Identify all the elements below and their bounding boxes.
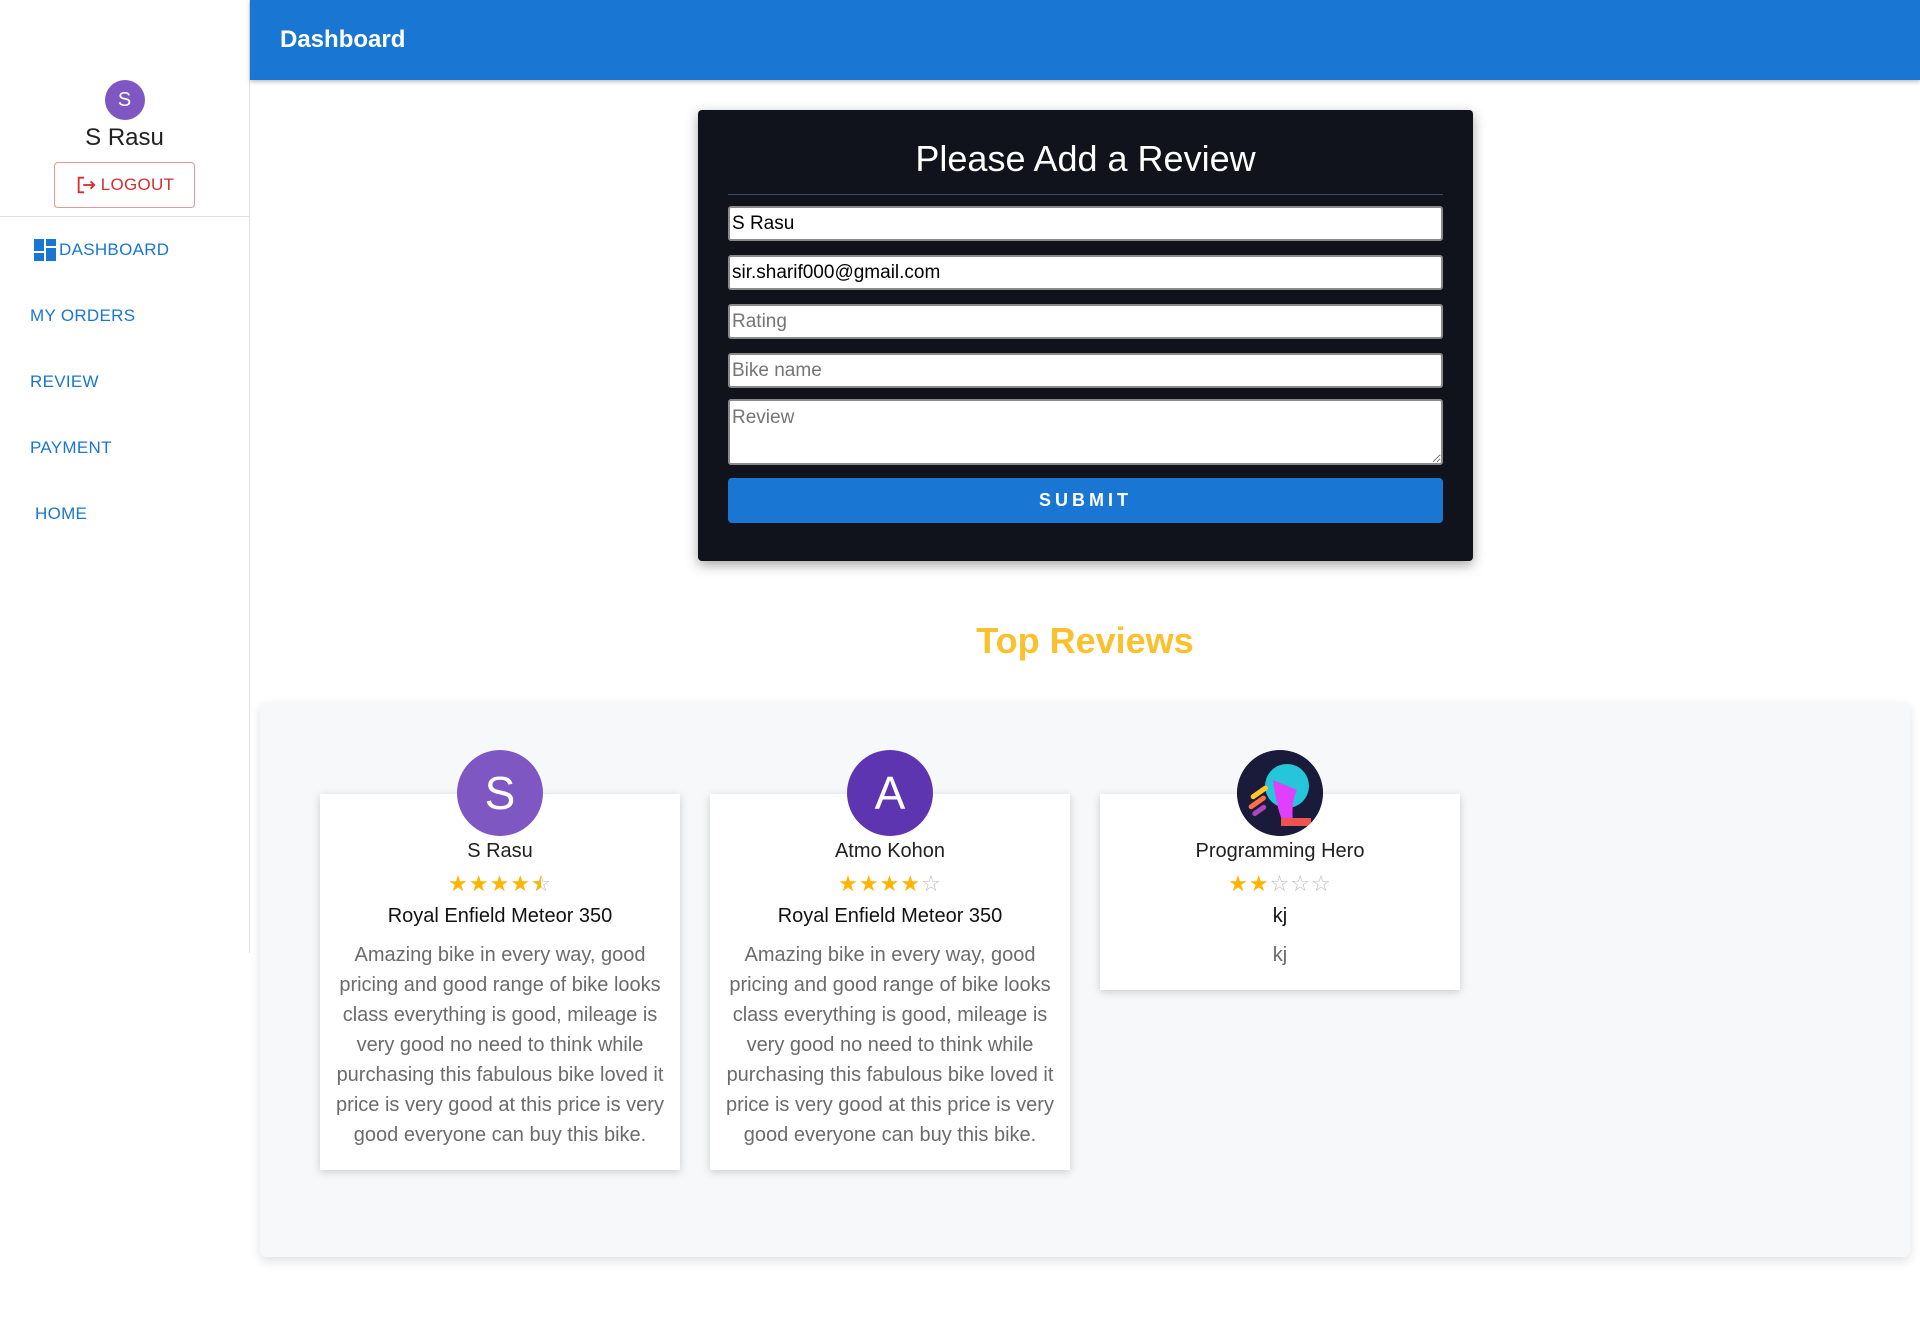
- reviews-heading: Top Reviews: [976, 620, 1194, 661]
- star-rating: ★★★★☆: [718, 873, 1062, 895]
- review-form: Please Add a Review SUBMIT: [698, 110, 1473, 561]
- sidebar-item-label: PAYMENT: [30, 438, 112, 457]
- star-full-icon: ★: [858, 871, 880, 896]
- reviewer-avatar: S: [457, 750, 543, 836]
- app-bar: Dashboard: [250, 0, 1920, 80]
- review-text: kj: [1272, 944, 1288, 966]
- star-empty-icon: ☆: [921, 871, 942, 896]
- review-text: Amazing bike in every way, good pricing …: [336, 944, 664, 1146]
- sidebar-item-dashboard[interactable]: DASHBOARD: [0, 217, 249, 283]
- star-full-icon: ★: [838, 871, 859, 896]
- star-full-icon: ★: [510, 871, 532, 896]
- star-full-icon: ★: [900, 871, 922, 896]
- reviewer-name: Programming Hero: [1195, 840, 1365, 862]
- email-field[interactable]: [728, 255, 1443, 290]
- star-full-icon: ★: [879, 871, 901, 896]
- star-full-icon: ★: [448, 871, 469, 896]
- sidebar-item-label: DASHBOARD: [59, 240, 170, 259]
- sidebar-item-label: HOME: [35, 504, 88, 523]
- sidebar-item-my-orders[interactable]: MY ORDERS: [0, 283, 249, 349]
- bike-name: Royal Enfield Meteor 350: [387, 905, 613, 927]
- review-card: S S Rasu ★★★★☆ Royal Enfield Meteor 350 …: [320, 750, 680, 1170]
- review-text: Amazing bike in every way, good pricing …: [726, 944, 1054, 1146]
- logout-label: LOGOUT: [100, 175, 175, 194]
- review-field[interactable]: [728, 399, 1443, 465]
- review-card: A Atmo Kohon ★★★★☆ Royal Enfield Meteor …: [710, 750, 1070, 1170]
- rating-field[interactable]: [728, 304, 1443, 339]
- bike-name: Royal Enfield Meteor 350: [777, 905, 1003, 927]
- dashboard-icon: [34, 239, 56, 261]
- sidebar-item-review[interactable]: REVIEW: [0, 349, 249, 415]
- logout-button[interactable]: LOGOUT: [53, 162, 196, 208]
- bike-name-field[interactable]: [728, 353, 1443, 388]
- star-empty-icon: ☆: [1269, 871, 1291, 896]
- page-title: Dashboard: [280, 26, 406, 53]
- user-name: S Rasu: [85, 124, 164, 151]
- reviewer-name: S Rasu: [467, 840, 533, 862]
- sidebar-item-payment[interactable]: PAYMENT: [0, 415, 249, 481]
- form-title: Please Add a Review: [915, 138, 1256, 179]
- star-half-icon: ☆: [531, 873, 552, 896]
- sidebar: S S Rasu LOGOUT DASHBOARD MY ORDERS REVI…: [0, 0, 250, 953]
- logout-icon: [77, 176, 96, 194]
- star-full-icon: ★: [468, 871, 490, 896]
- star-rating: ★★★★☆: [328, 871, 672, 896]
- logo-graphic: [1237, 750, 1323, 836]
- programming-hero-logo-icon: [1237, 750, 1323, 836]
- sidebar-item-home[interactable]: HOME: [0, 481, 249, 547]
- reviews-panel: S S Rasu ★★★★☆ Royal Enfield Meteor 350 …: [260, 702, 1910, 1257]
- star-rating: ★★☆☆☆: [1108, 873, 1452, 895]
- star-full-icon: ★: [489, 871, 511, 896]
- star-full-icon: ★: [1228, 871, 1249, 896]
- reviewer-avatar: A: [847, 750, 933, 836]
- review-card: Programming Hero ★★☆☆☆ kj kj: [1100, 750, 1460, 990]
- avatar: S: [104, 80, 145, 120]
- sidebar-item-label: REVIEW: [30, 372, 99, 391]
- reviewer-name: Atmo Kohon: [834, 840, 946, 862]
- bike-name: kj: [1272, 905, 1288, 927]
- star-full-icon: ★: [1248, 871, 1270, 896]
- user-profile: S S Rasu LOGOUT: [0, 0, 249, 217]
- submit-button[interactable]: SUBMIT: [728, 478, 1443, 523]
- name-field[interactable]: [728, 206, 1443, 241]
- star-empty-icon: ☆: [1311, 871, 1332, 896]
- sidebar-item-label: MY ORDERS: [30, 306, 136, 325]
- star-empty-icon: ☆: [1290, 871, 1312, 896]
- form-divider: [728, 194, 1443, 195]
- sidebar-nav: DASHBOARD MY ORDERS REVIEW PAYMENT HOME: [0, 217, 249, 547]
